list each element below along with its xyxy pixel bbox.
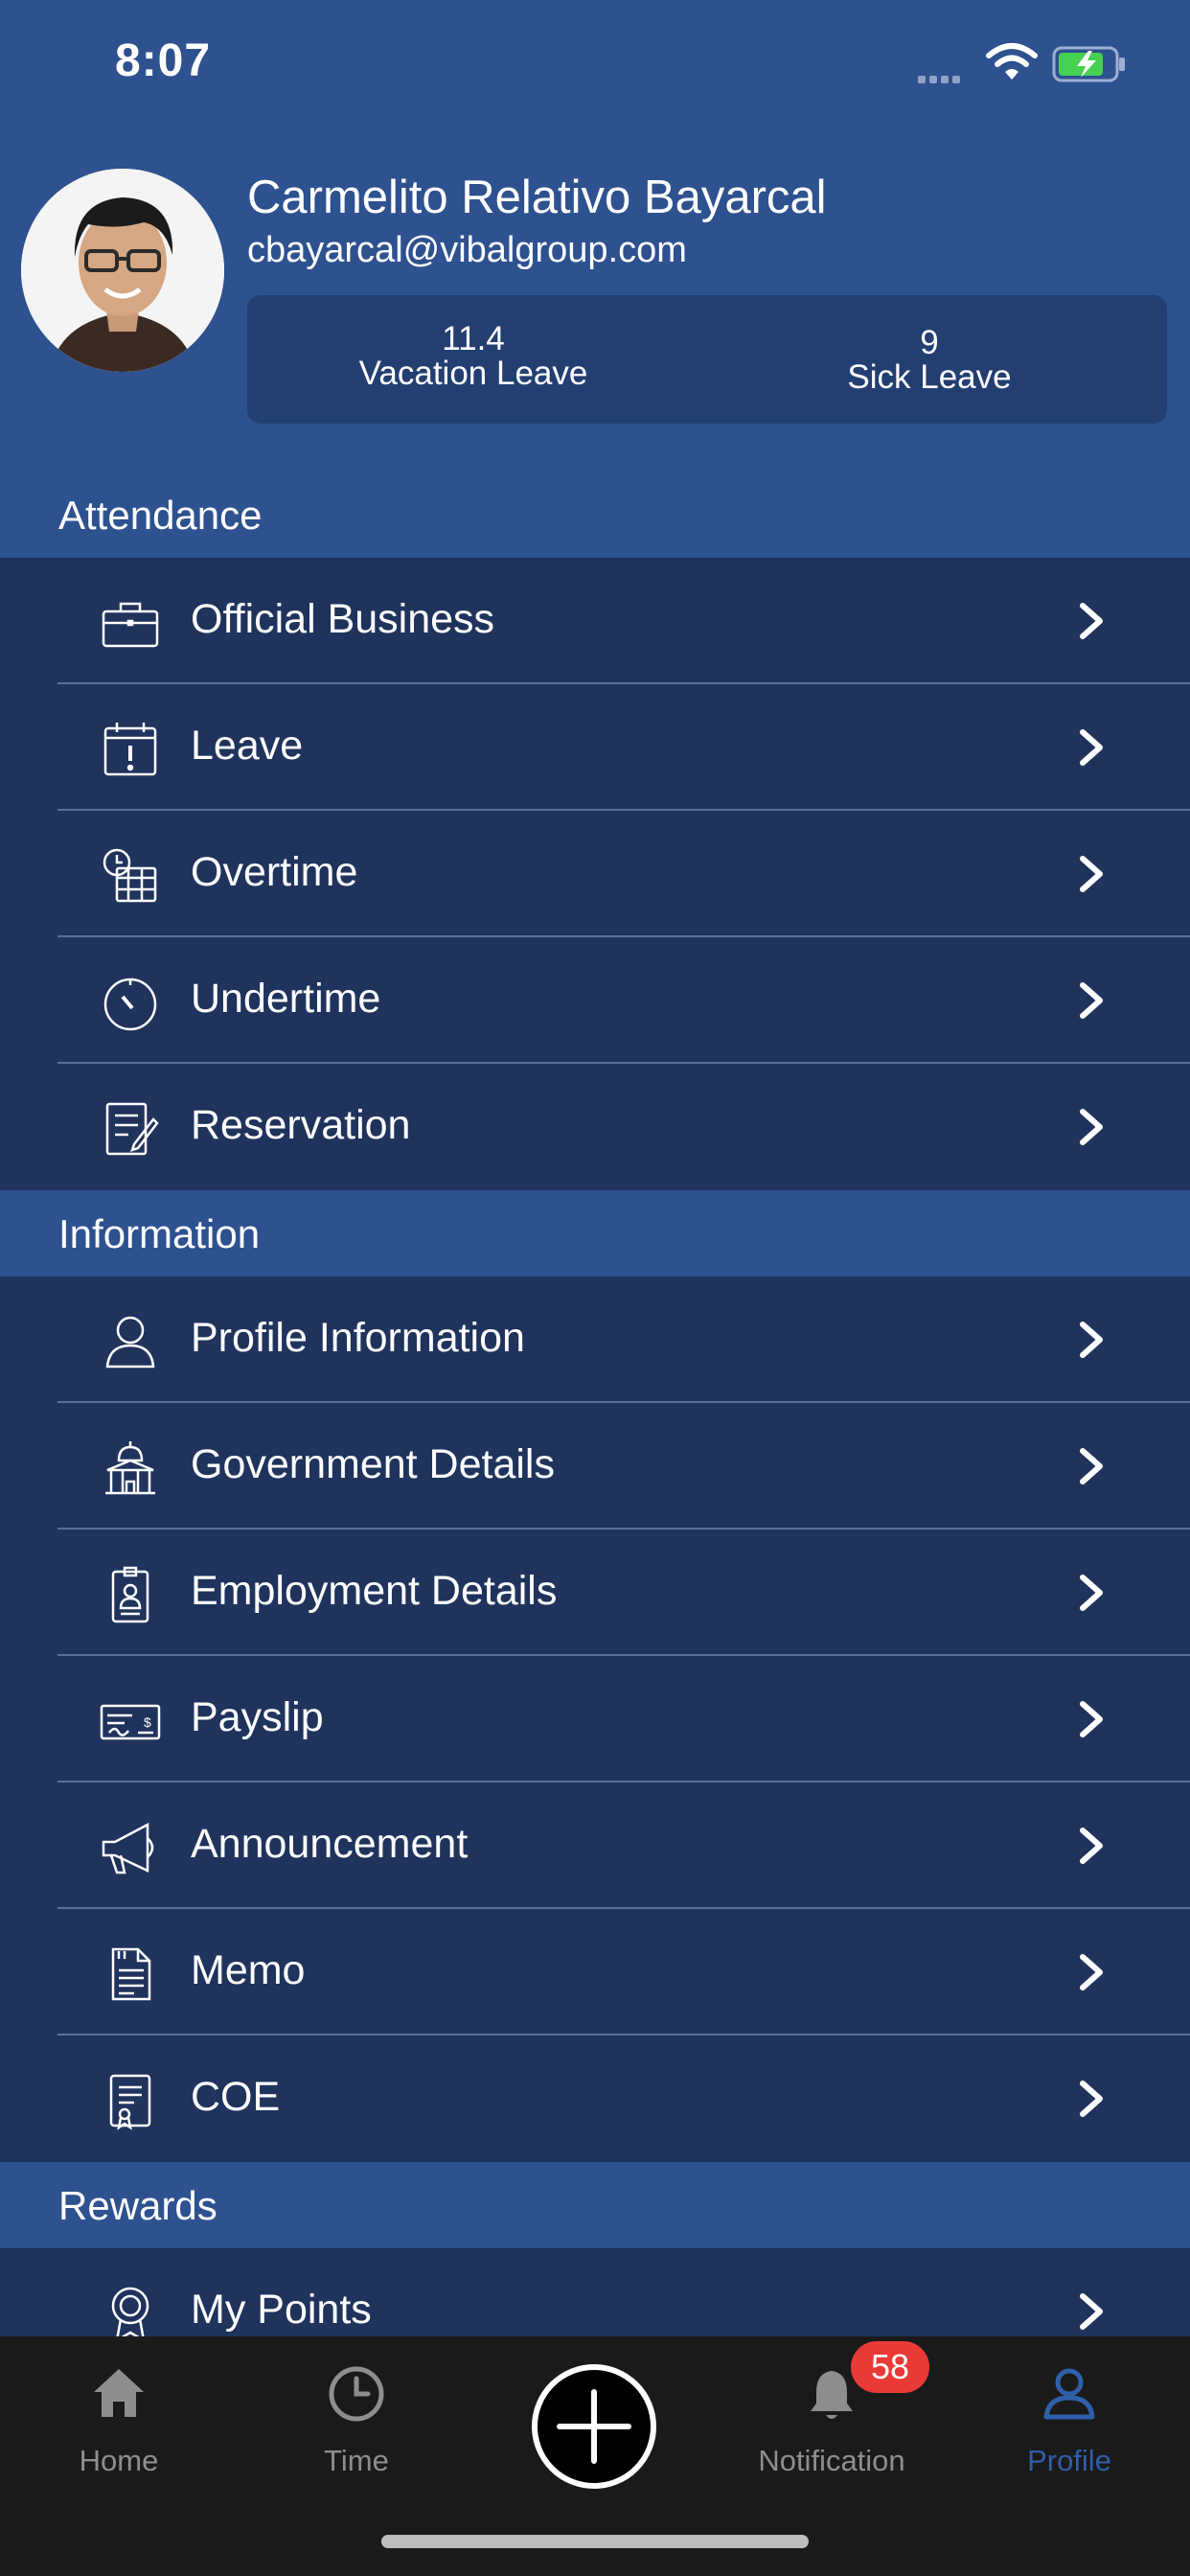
menu-item-label: Announcement [191,1821,469,1867]
tab-profile[interactable]: Profile [973,2336,1165,2490]
chevron-right-icon [1080,2081,1103,2117]
menu-item-label: Profile Information [191,1315,525,1361]
section-title: Information [58,1211,261,1256]
tab-time[interactable]: Time [261,2336,452,2490]
profile-icon [1043,2368,1095,2420]
menu-item-label: My Points [191,2287,372,2333]
briefcase-icon [102,602,159,648]
section-title: Rewards [58,2183,217,2228]
svg-text:$: $ [144,1714,151,1730]
menu-item-label: Reservation [191,1102,411,1148]
home-indicator[interactable] [381,2535,809,2548]
menu-item-leave[interactable]: Leave [0,684,1190,811]
vacation-leave-label: Vacation Leave [358,355,588,392]
chevron-right-icon [1080,1109,1103,1145]
avatar[interactable] [21,169,224,372]
certificate-icon [109,2074,151,2130]
chevron-right-icon [1080,1448,1103,1484]
menu-item-label: Overtime [191,849,358,895]
government-building-icon [105,1441,155,1495]
menu-item-coe[interactable]: COE [0,2036,1190,2162]
sick-leave: 9 Sick Leave [776,326,1083,395]
document-pen-icon [105,1102,159,1156]
calendar-alert-icon [103,723,157,776]
menu-item-undertime[interactable]: Undertime [0,937,1190,1064]
tab-label: Notification [758,2444,905,2477]
add-button[interactable] [531,2363,657,2490]
menu-item-profile-information[interactable]: Profile Information [0,1276,1190,1403]
chevron-right-icon [1080,1322,1103,1358]
clock-icon [329,2366,384,2422]
menu-item-employment-details[interactable]: Employment Details [0,1530,1190,1656]
chevron-right-icon [1080,1954,1103,1990]
menu-item-official-business[interactable]: Official Business [0,558,1190,684]
home-icon [94,2369,144,2417]
clock-calendar-icon [103,848,157,903]
menu-item-label: Government Details [191,1441,555,1487]
cheque-icon: $ [100,1704,161,1740]
menu-item-label: Undertime [191,976,381,1022]
chevron-right-icon [1080,603,1103,639]
id-badge-icon [111,1566,149,1623]
memo-document-icon [111,1947,151,2001]
menu-item-announcement[interactable]: Announcement [0,1782,1190,1909]
vacation-leave-value: 11.4 [442,320,505,357]
person-icon [105,1316,155,1368]
chevron-right-icon [1080,2293,1103,2330]
menu-item-label: Memo [191,1947,306,1993]
tab-home[interactable]: Home [23,2336,215,2490]
vacation-leave: 11.4 Vacation Leave [320,322,627,391]
chevron-right-icon [1080,1701,1103,1737]
cellular-signal-icon [918,71,964,88]
tab-label: Home [79,2444,159,2477]
chevron-right-icon [1080,1828,1103,1864]
menu-item-label: Official Business [191,596,495,642]
menu-item-label: Employment Details [191,1568,558,1614]
menu-item-government-details[interactable]: Government Details [0,1403,1190,1530]
chevron-right-icon [1080,1575,1103,1611]
menu-item-label: Leave [191,723,304,769]
menu-item-reservation[interactable]: Reservation [0,1064,1190,1190]
sick-leave-label: Sick Leave [847,358,1012,396]
notification-badge: 58 [851,2341,929,2393]
section-header-information: Information [0,1190,1190,1276]
tab-label: Profile [1027,2444,1111,2477]
chevron-right-icon [1080,856,1103,892]
menu-item-label: Payslip [191,1694,324,1740]
chevron-right-icon [1080,729,1103,766]
battery-charging-icon [1052,46,1125,82]
award-ribbon-icon [111,2287,149,2343]
timer-icon [103,978,157,1031]
menu-item-memo[interactable]: Memo [0,1909,1190,2036]
status-time: 8:07 [115,35,212,86]
tab-label: Time [324,2444,389,2477]
user-email: cbayarcal@vibalgroup.com [247,230,687,270]
wifi-icon [986,43,1038,80]
megaphone-icon [102,1822,154,1874]
sick-leave-value: 9 [920,324,939,361]
section-header-rewards: Rewards [0,2162,1190,2248]
user-name: Carmelito Relativo Bayarcal [247,172,827,223]
section-title: Attendance [58,493,263,538]
chevron-right-icon [1080,982,1103,1019]
leave-balance-card: 11.4 Vacation Leave 9 Sick Leave [247,295,1167,424]
menu-item-label: COE [191,2074,281,2120]
menu-item-overtime[interactable]: Overtime [0,811,1190,937]
menu-item-payslip[interactable]: $ Payslip [0,1656,1190,1782]
status-bar: 8:07 [0,0,1190,134]
section-header-attendance: Attendance [0,472,1190,558]
